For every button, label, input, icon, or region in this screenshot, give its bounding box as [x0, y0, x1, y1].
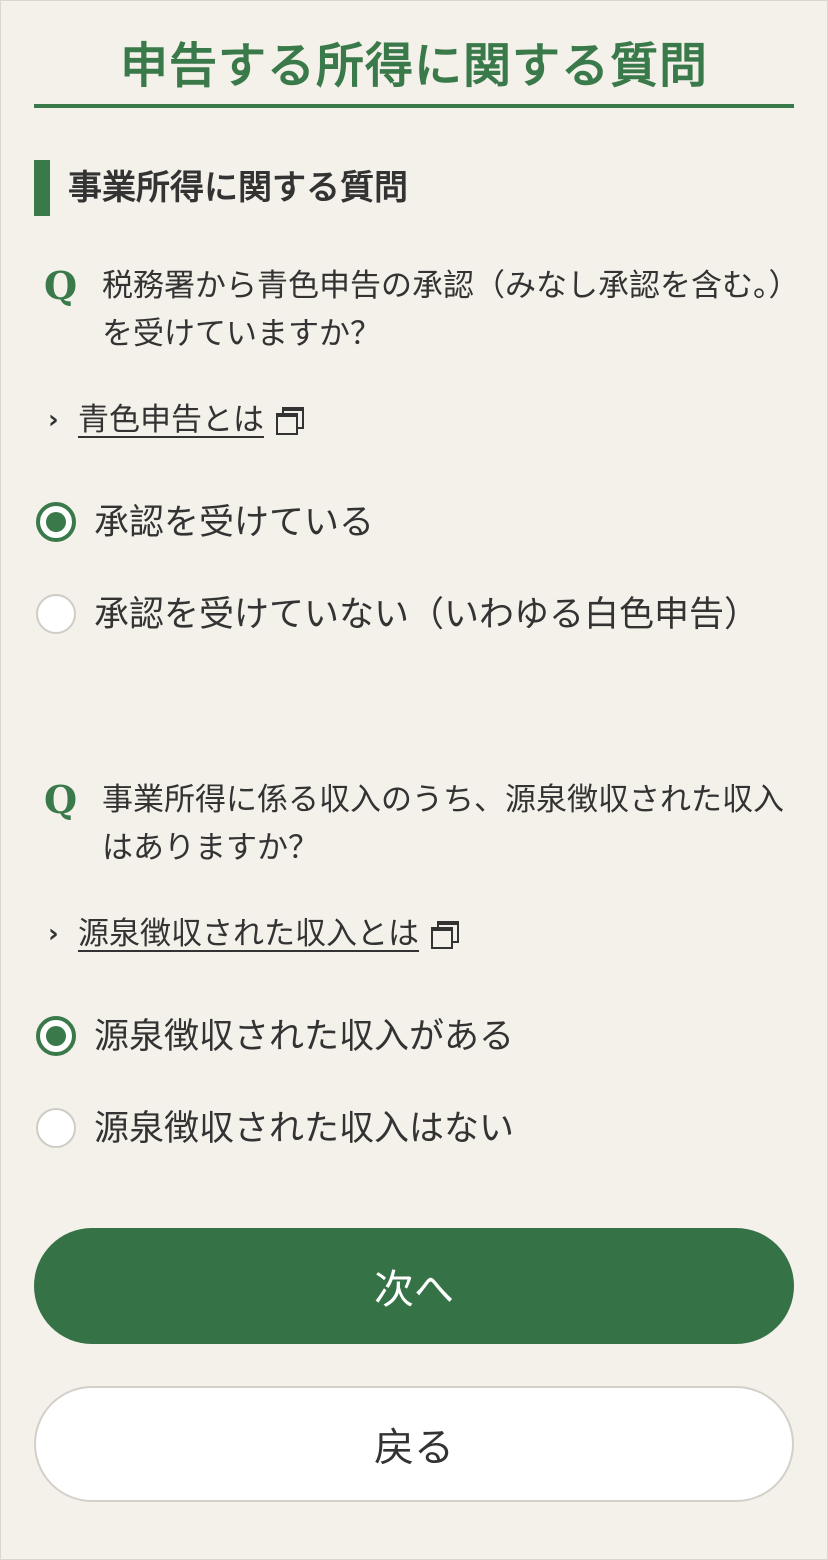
- external-window-icon: [431, 921, 459, 949]
- option-label: 源泉徴収された収入はない: [94, 1109, 515, 1149]
- question-2-text: 事業所得に係る収入のうち、源泉徴収された収入はありますか？: [102, 782, 784, 866]
- back-button[interactable]: 戻る: [34, 1386, 794, 1502]
- help-link-label[interactable]: 青色申告とは: [78, 398, 264, 442]
- question-1-text: 税務署から青色申告の承認（みなし承認を含む。）を受けていますか？: [102, 268, 784, 352]
- option-label: 源泉徴収された収入がある: [94, 1017, 515, 1057]
- radio-unselected-icon[interactable]: [36, 594, 76, 634]
- title-divider: [34, 104, 794, 108]
- help-link-blue-return[interactable]: › 青色申告とは: [48, 398, 304, 442]
- page-title: 申告する所得に関する質問: [119, 38, 708, 94]
- help-link-withholding[interactable]: › 源泉徴収された収入とは: [48, 912, 459, 956]
- option-label: 承認を受けている: [94, 503, 375, 543]
- option-has-withholding[interactable]: 源泉徴収された収入がある: [36, 1008, 796, 1066]
- radio-selected-icon[interactable]: [36, 502, 76, 542]
- radio-unselected-icon[interactable]: [36, 1108, 76, 1148]
- next-button[interactable]: 次へ: [34, 1228, 794, 1344]
- option-label: 承認を受けていない（いわゆる白色申告）: [94, 595, 760, 635]
- option-not-approved[interactable]: 承認を受けていない（いわゆる白色申告）: [36, 586, 796, 644]
- radio-selected-icon[interactable]: [36, 1016, 76, 1056]
- chevron-right-icon: ›: [48, 919, 59, 949]
- external-window-icon: [276, 407, 304, 435]
- question-2-mark: Q: [44, 777, 78, 822]
- question-1-mark: Q: [44, 263, 78, 308]
- section-title: 事業所得に関する質問: [68, 168, 408, 208]
- section-accent-bar: [34, 160, 50, 216]
- option-approved[interactable]: 承認を受けている: [36, 494, 796, 552]
- chevron-right-icon: ›: [48, 405, 59, 435]
- option-no-withholding[interactable]: 源泉徴収された収入はない: [36, 1100, 796, 1158]
- help-link-label[interactable]: 源泉徴収された収入とは: [78, 912, 419, 956]
